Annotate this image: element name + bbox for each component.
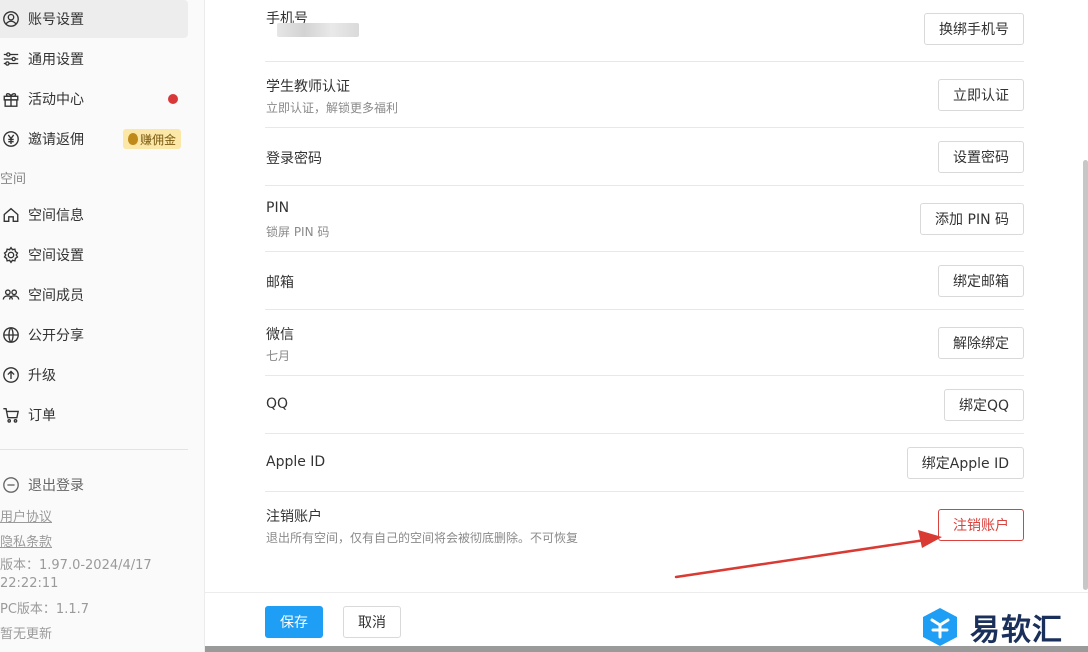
sidebar-item-invite-rebate[interactable]: 邀请返佣 赚佣金	[0, 120, 188, 158]
section-label-space: 空间	[0, 172, 27, 187]
user-agreement-link[interactable]: 用户协议	[0, 506, 52, 525]
add-pin-button[interactable]: 添加 PIN 码	[920, 203, 1024, 235]
sidebar-item-label: 订单	[28, 408, 56, 424]
save-button[interactable]: 保存	[265, 606, 323, 638]
cancel-button[interactable]: 取消	[343, 606, 401, 638]
sidebar-item-space-members[interactable]: 空间成员	[0, 276, 188, 314]
settings-row-phone: 手机号 换绑手机号	[265, 0, 1024, 62]
gift-icon	[1, 89, 21, 109]
money-bag-icon	[128, 133, 138, 145]
sidebar-item-general-settings[interactable]: 通用设置	[0, 40, 188, 78]
row-subtitle: 七月	[266, 349, 291, 363]
pc-version-text: PC版本：1.1.7	[0, 602, 89, 617]
cart-icon	[1, 405, 21, 425]
sidebar: 账号设置 通用设置 活动中心 邀请返佣 赚佣金 空间 空间信息 空间设置 空间成…	[0, 0, 205, 652]
delete-account-button[interactable]: 注销账户	[938, 509, 1024, 541]
app-window: 账号设置 通用设置 活动中心 邀请返佣 赚佣金 空间 空间信息 空间设置 空间成…	[0, 0, 1088, 652]
badge-label: 赚佣金	[140, 132, 177, 147]
update-status-text: 暂无更新	[0, 627, 53, 642]
bind-qq-button[interactable]: 绑定QQ	[943, 389, 1024, 421]
notification-dot	[168, 94, 178, 104]
row-subtitle: 立即认证，解锁更多福利	[266, 101, 399, 115]
bind-apple-id-button[interactable]: 绑定Apple ID	[906, 447, 1024, 479]
sidebar-item-label: 账号设置	[28, 12, 84, 28]
sidebar-item-upgrade[interactable]: 升级	[0, 356, 188, 394]
sidebar-item-label: 空间设置	[28, 248, 84, 264]
row-title: 登录密码	[266, 151, 322, 167]
user-circle-icon	[1, 9, 21, 29]
sliders-icon	[1, 49, 21, 69]
settings-row-delete-account: 注销账户 退出所有空间，仅有自己的空间将会被彻底删除。不可恢复 注销账户	[265, 492, 1024, 562]
watermark-logo: 易软汇	[918, 603, 1063, 651]
settings-row-qq: QQ 绑定QQ	[265, 376, 1024, 434]
phone-number-redacted	[277, 23, 359, 37]
sidebar-item-label: 升级	[28, 368, 56, 384]
watermark-text: 易软汇	[970, 613, 1063, 648]
settings-row-login-password: 登录密码 设置密码	[265, 128, 1024, 186]
sidebar-item-label: 通用设置	[28, 52, 84, 68]
row-title: PIN	[266, 200, 290, 216]
sidebar-item-label: 活动中心	[28, 92, 84, 108]
commission-badge[interactable]: 赚佣金	[123, 129, 182, 149]
globe-icon	[1, 325, 21, 345]
settings-row-email: 邮箱 绑定邮箱	[265, 252, 1024, 310]
sidebar-item-label: 邀请返佣	[28, 132, 84, 148]
sidebar-item-space-settings[interactable]: 空间设置	[0, 236, 188, 274]
scrollbar[interactable]	[1083, 160, 1088, 590]
gear-icon	[1, 245, 21, 265]
row-title: 邮箱	[266, 275, 294, 291]
row-subtitle: 退出所有空间，仅有自己的空间将会被彻底删除。不可恢复	[266, 531, 579, 545]
account-settings-panel: 手机号 换绑手机号 学生教师认证 立即认证，解锁更多福利 立即认证 登录密码 设…	[205, 0, 1088, 652]
logout-label: 退出登录	[28, 478, 84, 494]
row-title: 微信	[266, 327, 294, 343]
settings-row-student-teacher: 学生教师认证 立即认证，解锁更多福利 立即认证	[265, 62, 1024, 128]
sidebar-item-account-settings[interactable]: 账号设置	[0, 0, 188, 38]
sidebar-item-public-share[interactable]: 公开分享	[0, 316, 188, 354]
row-title: 注销账户	[266, 509, 322, 525]
unbind-wechat-button[interactable]: 解除绑定	[938, 327, 1024, 359]
row-title: 学生教师认证	[266, 79, 350, 95]
sidebar-item-orders[interactable]: 订单	[0, 396, 188, 434]
sidebar-item-label: 公开分享	[28, 328, 84, 344]
yen-icon	[1, 129, 21, 149]
sidebar-item-label: 空间成员	[28, 288, 84, 304]
bind-email-button[interactable]: 绑定邮箱	[938, 265, 1024, 297]
privacy-policy-link[interactable]: 隐私条款	[0, 531, 52, 550]
row-title: Apple ID	[266, 454, 326, 470]
settings-row-pin: PIN 锁屏 PIN 码 添加 PIN 码	[265, 186, 1024, 252]
arrow-up-circle-icon	[1, 365, 21, 385]
verify-now-button[interactable]: 立即认证	[938, 79, 1024, 111]
minus-circle-icon	[1, 475, 21, 495]
sidebar-item-space-info[interactable]: 空间信息	[0, 196, 188, 234]
watermark-emblem-icon	[923, 608, 957, 646]
row-title: QQ	[266, 396, 289, 412]
set-password-button[interactable]: 设置密码	[938, 141, 1024, 173]
sidebar-item-label: 空间信息	[28, 208, 84, 224]
settings-row-apple-id: Apple ID 绑定Apple ID	[265, 434, 1024, 492]
logout-button[interactable]: 退出登录	[0, 474, 84, 496]
change-phone-button[interactable]: 换绑手机号	[924, 13, 1024, 45]
version-time-text: 22:22:11	[0, 576, 59, 591]
sidebar-item-activity-center[interactable]: 活动中心	[0, 80, 188, 118]
members-icon	[1, 285, 21, 305]
version-text: 版本：1.97.0-2024/4/17	[0, 558, 152, 573]
sidebar-divider	[0, 449, 188, 450]
row-subtitle: 锁屏 PIN 码	[266, 225, 330, 239]
settings-row-wechat: 微信 七月 解除绑定	[265, 310, 1024, 376]
home-icon	[1, 205, 21, 225]
